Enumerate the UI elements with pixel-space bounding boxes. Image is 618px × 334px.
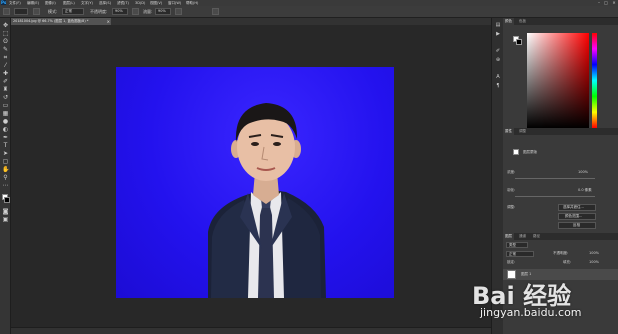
rectangle-icon[interactable]: ▢ (2, 158, 9, 165)
layer-name: 图层 1 (521, 272, 532, 276)
eraser-icon[interactable]: ▭ (2, 102, 9, 109)
history-icon[interactable]: ▤ (494, 22, 502, 29)
airbrush-icon[interactable] (175, 8, 182, 15)
document-tab-title: 20181004.jpg @ 66.7% (图层 1, 蓝色图板/8) * (13, 19, 89, 23)
actions-icon[interactable]: ▶ (494, 31, 502, 38)
tab-layers[interactable]: 图层 (503, 233, 514, 240)
color-field[interactable] (527, 33, 589, 128)
history-brush-icon[interactable]: ↺ (2, 94, 9, 101)
invert-label: 反相 (573, 223, 580, 227)
mask-icon (513, 149, 519, 155)
brush-preset-icon[interactable] (3, 8, 10, 15)
opacity-value: 90% (115, 9, 123, 13)
blur-icon[interactable]: ● (2, 118, 9, 125)
mode-select[interactable]: 正常 (62, 8, 84, 15)
brush-size-picker[interactable] (14, 8, 28, 15)
opacity-field[interactable]: 90% (112, 8, 128, 15)
tools-panel: ✥ ⬚ ʘ ✎ ⌗ ⁄ ✚ ✐ ♜ ↺ ▭ ▦ ● ◐ ✒ T ➤ ▢ ✋ ⚲ … (0, 18, 11, 334)
status-bar (11, 327, 491, 334)
fill-label: 填充: (563, 260, 572, 264)
color-range-label: 颜色范围... (565, 214, 583, 218)
flow-value: 90% (158, 9, 166, 13)
document-tab-bar: 20181004.jpg @ 66.7% (图层 1, 蓝色图板/8) * × (11, 18, 491, 25)
invert-button[interactable]: 反相 (558, 222, 596, 229)
character-icon[interactable]: A (494, 74, 502, 81)
feather-slider[interactable] (515, 196, 595, 197)
panel-background-swatch[interactable] (516, 39, 522, 45)
layers-panel-tabs: 图层 通道 路径 (503, 233, 618, 240)
fill-value: 100% (589, 260, 600, 264)
options-bar: 模式: 正常 不透明度: 90% 流量: 90% (0, 6, 618, 18)
crop-icon[interactable]: ⌗ (2, 54, 9, 61)
more-tools-icon[interactable]: ⋯ (2, 182, 9, 189)
move-icon[interactable]: ✥ (2, 22, 9, 29)
healing-icon[interactable]: ✚ (2, 70, 9, 77)
properties-panel-tabs: 属性 调整 (503, 128, 618, 135)
feather-label: 羽化: (507, 188, 516, 192)
lasso-icon[interactable]: ʘ (2, 38, 9, 45)
layer-kind-filter[interactable]: 类型 (506, 242, 528, 248)
layer-thumbnail (507, 270, 516, 279)
background-color-swatch[interactable] (4, 197, 10, 203)
brush-icon[interactable]: ✐ (2, 78, 9, 85)
zoom-icon[interactable]: ⚲ (2, 174, 9, 181)
tab-color[interactable]: 颜色 (503, 18, 514, 25)
paragraph-icon[interactable]: ¶ (494, 83, 502, 90)
feather-value: 0.0 像素 (578, 188, 592, 192)
pressure-opacity-icon[interactable] (132, 8, 139, 15)
pressure-size-icon[interactable] (212, 8, 219, 15)
blend-value: 正常 (509, 252, 516, 256)
properties-title: 图层蒙版 (523, 150, 537, 154)
dodge-icon[interactable]: ◐ (2, 126, 9, 133)
gradient-icon[interactable]: ▦ (2, 110, 9, 117)
tab-channels[interactable]: 通道 (517, 233, 528, 240)
hue-slider[interactable] (592, 33, 597, 128)
mode-label: 模式: (48, 9, 58, 14)
panel-dock-strip: ▤ ▶ ✐ ⊕ A ¶ (491, 18, 503, 334)
select-and-mask-label: 选择并遮住... (563, 205, 584, 209)
portrait-photo (208, 103, 326, 298)
pen-icon[interactable]: ✒ (2, 134, 9, 141)
blend-mode-select[interactable]: 正常 (506, 251, 534, 257)
mode-value: 正常 (65, 9, 72, 13)
refine-label: 调整: (507, 205, 516, 209)
density-label: 浓度: (507, 170, 516, 174)
marquee-icon[interactable]: ⬚ (2, 30, 9, 37)
quick-mask-icon[interactable]: ◙ (2, 208, 9, 215)
lock-label: 锁定: (507, 260, 516, 264)
hand-icon[interactable]: ✋ (2, 166, 9, 173)
tab-swatches[interactable]: 色板 (517, 18, 528, 25)
path-select-icon[interactable]: ➤ (2, 150, 9, 157)
document-canvas[interactable] (116, 67, 394, 298)
brush-panel-icon[interactable] (33, 8, 40, 15)
quick-select-icon[interactable]: ✎ (2, 46, 9, 53)
opacity-label: 不透明度: (90, 9, 108, 14)
stamp-icon[interactable]: ♜ (2, 86, 9, 93)
density-value: 100% (578, 170, 589, 174)
type-icon[interactable]: T (2, 142, 9, 149)
color-panel-tabs: 颜色 色板 (503, 18, 618, 25)
flow-field[interactable]: 90% (155, 8, 171, 15)
clone-source-icon[interactable]: ⊕ (494, 57, 502, 64)
select-and-mask-button[interactable]: 选择并遮住... (558, 204, 596, 211)
kind-label: 类型 (509, 243, 516, 247)
brush-settings-icon[interactable]: ✐ (494, 48, 502, 55)
density-slider[interactable] (515, 178, 595, 179)
flow-label: 流量: (143, 9, 153, 14)
tab-close-icon[interactable]: × (107, 18, 110, 25)
photoshop-logo: Ps (1, 0, 7, 5)
layer-row[interactable]: 图层 1 (503, 269, 618, 280)
document-tab[interactable]: 20181004.jpg @ 66.7% (图层 1, 蓝色图板/8) * × (11, 18, 111, 25)
tab-properties[interactable]: 属性 (503, 128, 514, 135)
layer-opacity-value: 100% (589, 251, 600, 255)
canvas-area[interactable] (11, 25, 491, 334)
color-range-button[interactable]: 颜色范围... (558, 213, 596, 220)
tab-adjustments[interactable]: 调整 (517, 128, 528, 135)
tab-paths[interactable]: 路径 (531, 233, 542, 240)
right-panels: 颜色 色板 属性 调整 图层蒙版 浓度: 100% 羽化: 0.0 像素 调整:… (503, 18, 618, 334)
eyedropper-icon[interactable]: ⁄ (2, 62, 9, 69)
screen-mode-icon[interactable]: ▣ (2, 216, 9, 223)
layer-opacity-label: 不透明度: (553, 251, 569, 255)
